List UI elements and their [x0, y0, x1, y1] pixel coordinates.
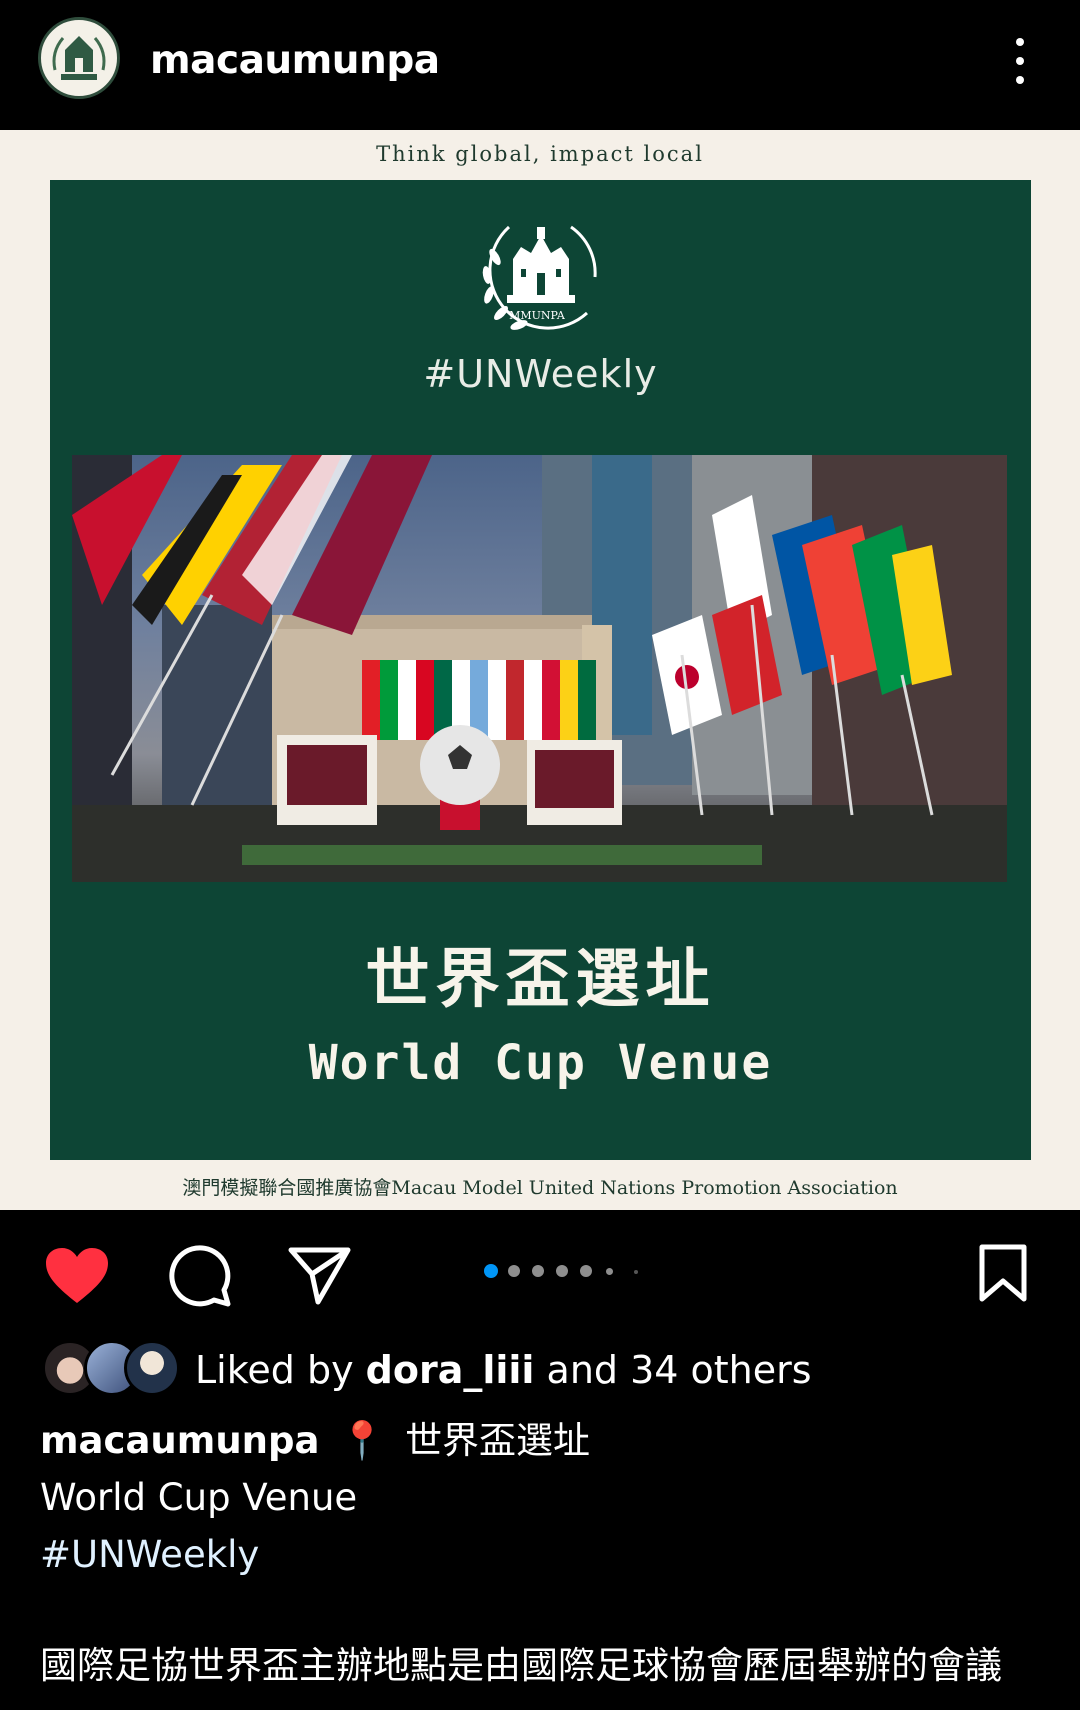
more-vertical-icon — [1016, 38, 1024, 46]
profile-avatar[interactable] — [38, 17, 120, 99]
likes-row[interactable]: Liked by dora_liii and 34 others — [0, 1340, 1080, 1396]
paper-plane-icon[interactable] — [288, 1246, 352, 1306]
post-username[interactable]: macaumunpa — [150, 38, 440, 83]
liker-avatar — [124, 1340, 180, 1396]
post-caption: macaumunpa 📍 世界盃選址 World Cup Venue #UNWe… — [40, 1412, 1060, 1583]
caption-username[interactable]: macaumunpa — [40, 1419, 319, 1462]
post-header: macaumunpa — [0, 0, 1080, 130]
pin-icon: 📍 — [339, 1419, 386, 1462]
liker-username: dora_liii — [365, 1348, 535, 1392]
image-title-english: World Cup Venue — [308, 1035, 773, 1091]
emblem-text: MMUNPA — [509, 309, 566, 322]
post-image[interactable]: Think global, impact local MMUNPA #UNWee… — [0, 130, 1080, 1210]
mmunpa-emblem-icon: MMUNPA — [482, 225, 597, 330]
caption-title-chinese: 世界盃選址 — [405, 1419, 591, 1462]
caption-title-english: World Cup Venue — [40, 1476, 358, 1519]
heart-filled-icon[interactable] — [44, 1247, 110, 1305]
image-footer: 澳門模擬聯合國推廣協會Macau Model United Nations Pr… — [182, 1177, 898, 1199]
image-hashtag: #UNWeekly — [423, 352, 658, 396]
world-cup-photo — [72, 455, 1007, 882]
more-options-button[interactable] — [1002, 34, 1038, 88]
post-actions — [0, 1210, 1080, 1320]
green-panel: MMUNPA #UNWeekly 世界盃選址 World Cup Venue — [50, 180, 1031, 1160]
likes-text[interactable]: Liked by dora_liii and 34 others — [195, 1348, 812, 1392]
mmunpa-logo-icon — [43, 22, 115, 94]
comment-icon[interactable] — [168, 1244, 232, 1308]
caption-hashtag[interactable]: #UNWeekly — [40, 1526, 1060, 1583]
carousel-dot-active — [484, 1264, 498, 1278]
caption-body: 國際足協世界盃主辦地點是由國際足球協會歷屆舉辦的會議 — [40, 1644, 1002, 1687]
bookmark-icon[interactable] — [978, 1243, 1028, 1303]
image-title-chinese: 世界盃選址 — [365, 943, 716, 1017]
image-tagline: Think global, impact local — [376, 142, 704, 166]
